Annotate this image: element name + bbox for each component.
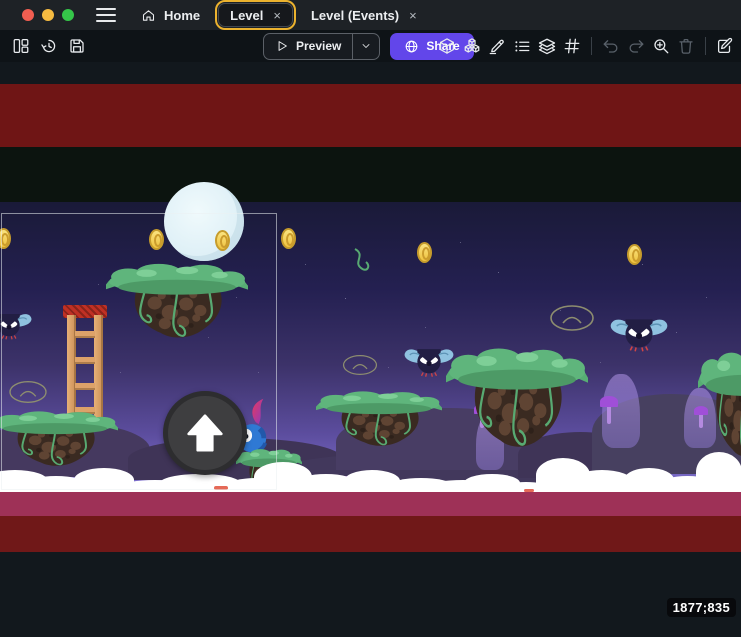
wireframe-eye-sprite[interactable]	[342, 354, 378, 376]
close-tab-icon[interactable]: ×	[273, 8, 281, 23]
globe-icon	[404, 39, 419, 54]
floating-island-sprite[interactable]	[316, 390, 442, 452]
titlebar: Home Level × Level (Events) ×	[0, 0, 741, 30]
scene-top-red-band	[0, 84, 741, 147]
home-icon	[141, 8, 156, 23]
toolbar-divider	[591, 37, 592, 55]
main-menu-icon[interactable]	[96, 8, 116, 22]
tab-label: Level	[230, 8, 263, 23]
scene-dark-band	[0, 147, 741, 202]
toolbar-right-group	[435, 30, 737, 62]
instances-list-icon[interactable]	[510, 34, 534, 58]
coin-sprite[interactable]	[417, 242, 432, 263]
panels-icon[interactable]	[9, 34, 33, 58]
redo-icon[interactable]	[624, 34, 648, 58]
coin-sprite[interactable]	[281, 228, 296, 249]
preview-split-button: Preview	[263, 33, 380, 60]
preview-button[interactable]: Preview	[264, 39, 352, 53]
vine-sprite[interactable]	[350, 248, 372, 276]
coin-sprite[interactable]	[627, 244, 642, 265]
active-tab-highlight: Level ×	[215, 0, 296, 30]
floating-island-sprite[interactable]	[446, 346, 588, 458]
cloud	[572, 470, 632, 492]
layers-icon[interactable]	[535, 34, 559, 58]
pink-ground-band	[0, 492, 741, 516]
scene-editor-canvas[interactable]: 1877;835	[0, 62, 741, 637]
undo-icon[interactable]	[599, 34, 623, 58]
ground-decoration	[524, 489, 534, 492]
minimize-window-button[interactable]	[42, 9, 54, 21]
flying-enemy-sprite[interactable]	[610, 310, 668, 354]
toolbar: Preview Share	[0, 30, 741, 62]
preview-label: Preview	[296, 39, 341, 53]
mushroom-sprite[interactable]	[600, 396, 618, 424]
save-icon[interactable]	[65, 34, 89, 58]
preview-options-button[interactable]	[353, 34, 379, 59]
zoom-window-button[interactable]	[62, 9, 74, 21]
tab-label: Level (Events)	[311, 8, 399, 23]
chevron-down-icon	[360, 40, 372, 52]
tab-level-events[interactable]: Level (Events) ×	[300, 3, 428, 27]
tab-home[interactable]: Home	[130, 3, 211, 27]
grid-icon[interactable]	[560, 34, 584, 58]
floating-island-sprite[interactable]	[698, 350, 741, 468]
tab-bar: Home Level × Level (Events) ×	[130, 0, 428, 30]
edit-scene-icon[interactable]	[713, 34, 737, 58]
cursor-coordinates-badge: 1877;835	[667, 598, 736, 617]
toolbar-divider	[705, 37, 706, 55]
tab-level[interactable]: Level ×	[218, 3, 293, 27]
tab-label: Home	[164, 8, 200, 23]
flying-enemy-sprite[interactable]	[404, 340, 454, 380]
objects-3d-icon[interactable]	[435, 34, 459, 58]
gdevelop-window: Home Level × Level (Events) ×	[0, 0, 741, 637]
play-icon	[275, 39, 289, 53]
edit-pencil-icon[interactable]	[485, 34, 509, 58]
wireframe-eye-sprite[interactable]	[549, 304, 595, 332]
window-controls	[22, 9, 74, 21]
cloud	[716, 468, 741, 492]
camera-frame-border	[1, 213, 277, 490]
trash-icon[interactable]	[674, 34, 698, 58]
close-tab-icon[interactable]: ×	[409, 8, 417, 23]
zoom-in-icon[interactable]	[649, 34, 673, 58]
close-window-button[interactable]	[22, 9, 34, 21]
object-groups-icon[interactable]	[460, 34, 484, 58]
stars	[0, 202, 1, 203]
scene-bottom-red-band	[0, 516, 741, 552]
history-icon[interactable]	[37, 34, 61, 58]
toolbar-left-group	[9, 30, 89, 62]
